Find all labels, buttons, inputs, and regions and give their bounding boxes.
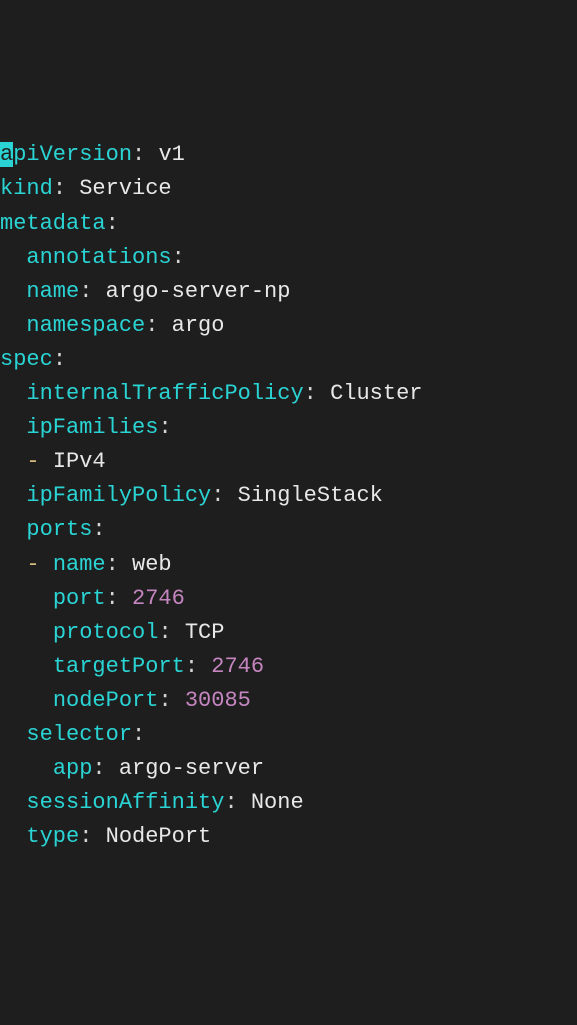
yaml-line: port: 2746 bbox=[0, 582, 577, 616]
code-editor[interactable]: apiVersion: v1kind: Servicemetadata: ann… bbox=[0, 138, 577, 854]
yaml-line: ipFamilies: bbox=[0, 411, 577, 445]
yaml-line: protocol: TCP bbox=[0, 616, 577, 650]
yaml-line: - name: web bbox=[0, 548, 577, 582]
yaml-line: metadata: bbox=[0, 207, 577, 241]
yaml-line: name: argo-server-np bbox=[0, 275, 577, 309]
yaml-line: apiVersion: v1 bbox=[0, 138, 577, 172]
yaml-line: spec: bbox=[0, 343, 577, 377]
yaml-line: app: argo-server bbox=[0, 752, 577, 786]
cursor-char: a bbox=[0, 142, 13, 167]
yaml-line: ipFamilyPolicy: SingleStack bbox=[0, 479, 577, 513]
yaml-line: ports: bbox=[0, 513, 577, 547]
yaml-line: nodePort: 30085 bbox=[0, 684, 577, 718]
yaml-line: sessionAffinity: None bbox=[0, 786, 577, 820]
yaml-line: kind: Service bbox=[0, 172, 577, 206]
yaml-line: targetPort: 2746 bbox=[0, 650, 577, 684]
yaml-line: type: NodePort bbox=[0, 820, 577, 854]
yaml-line: internalTrafficPolicy: Cluster bbox=[0, 377, 577, 411]
yaml-line: selector: bbox=[0, 718, 577, 752]
yaml-line: namespace: argo bbox=[0, 309, 577, 343]
yaml-line: annotations: bbox=[0, 241, 577, 275]
yaml-line: - IPv4 bbox=[0, 445, 577, 479]
